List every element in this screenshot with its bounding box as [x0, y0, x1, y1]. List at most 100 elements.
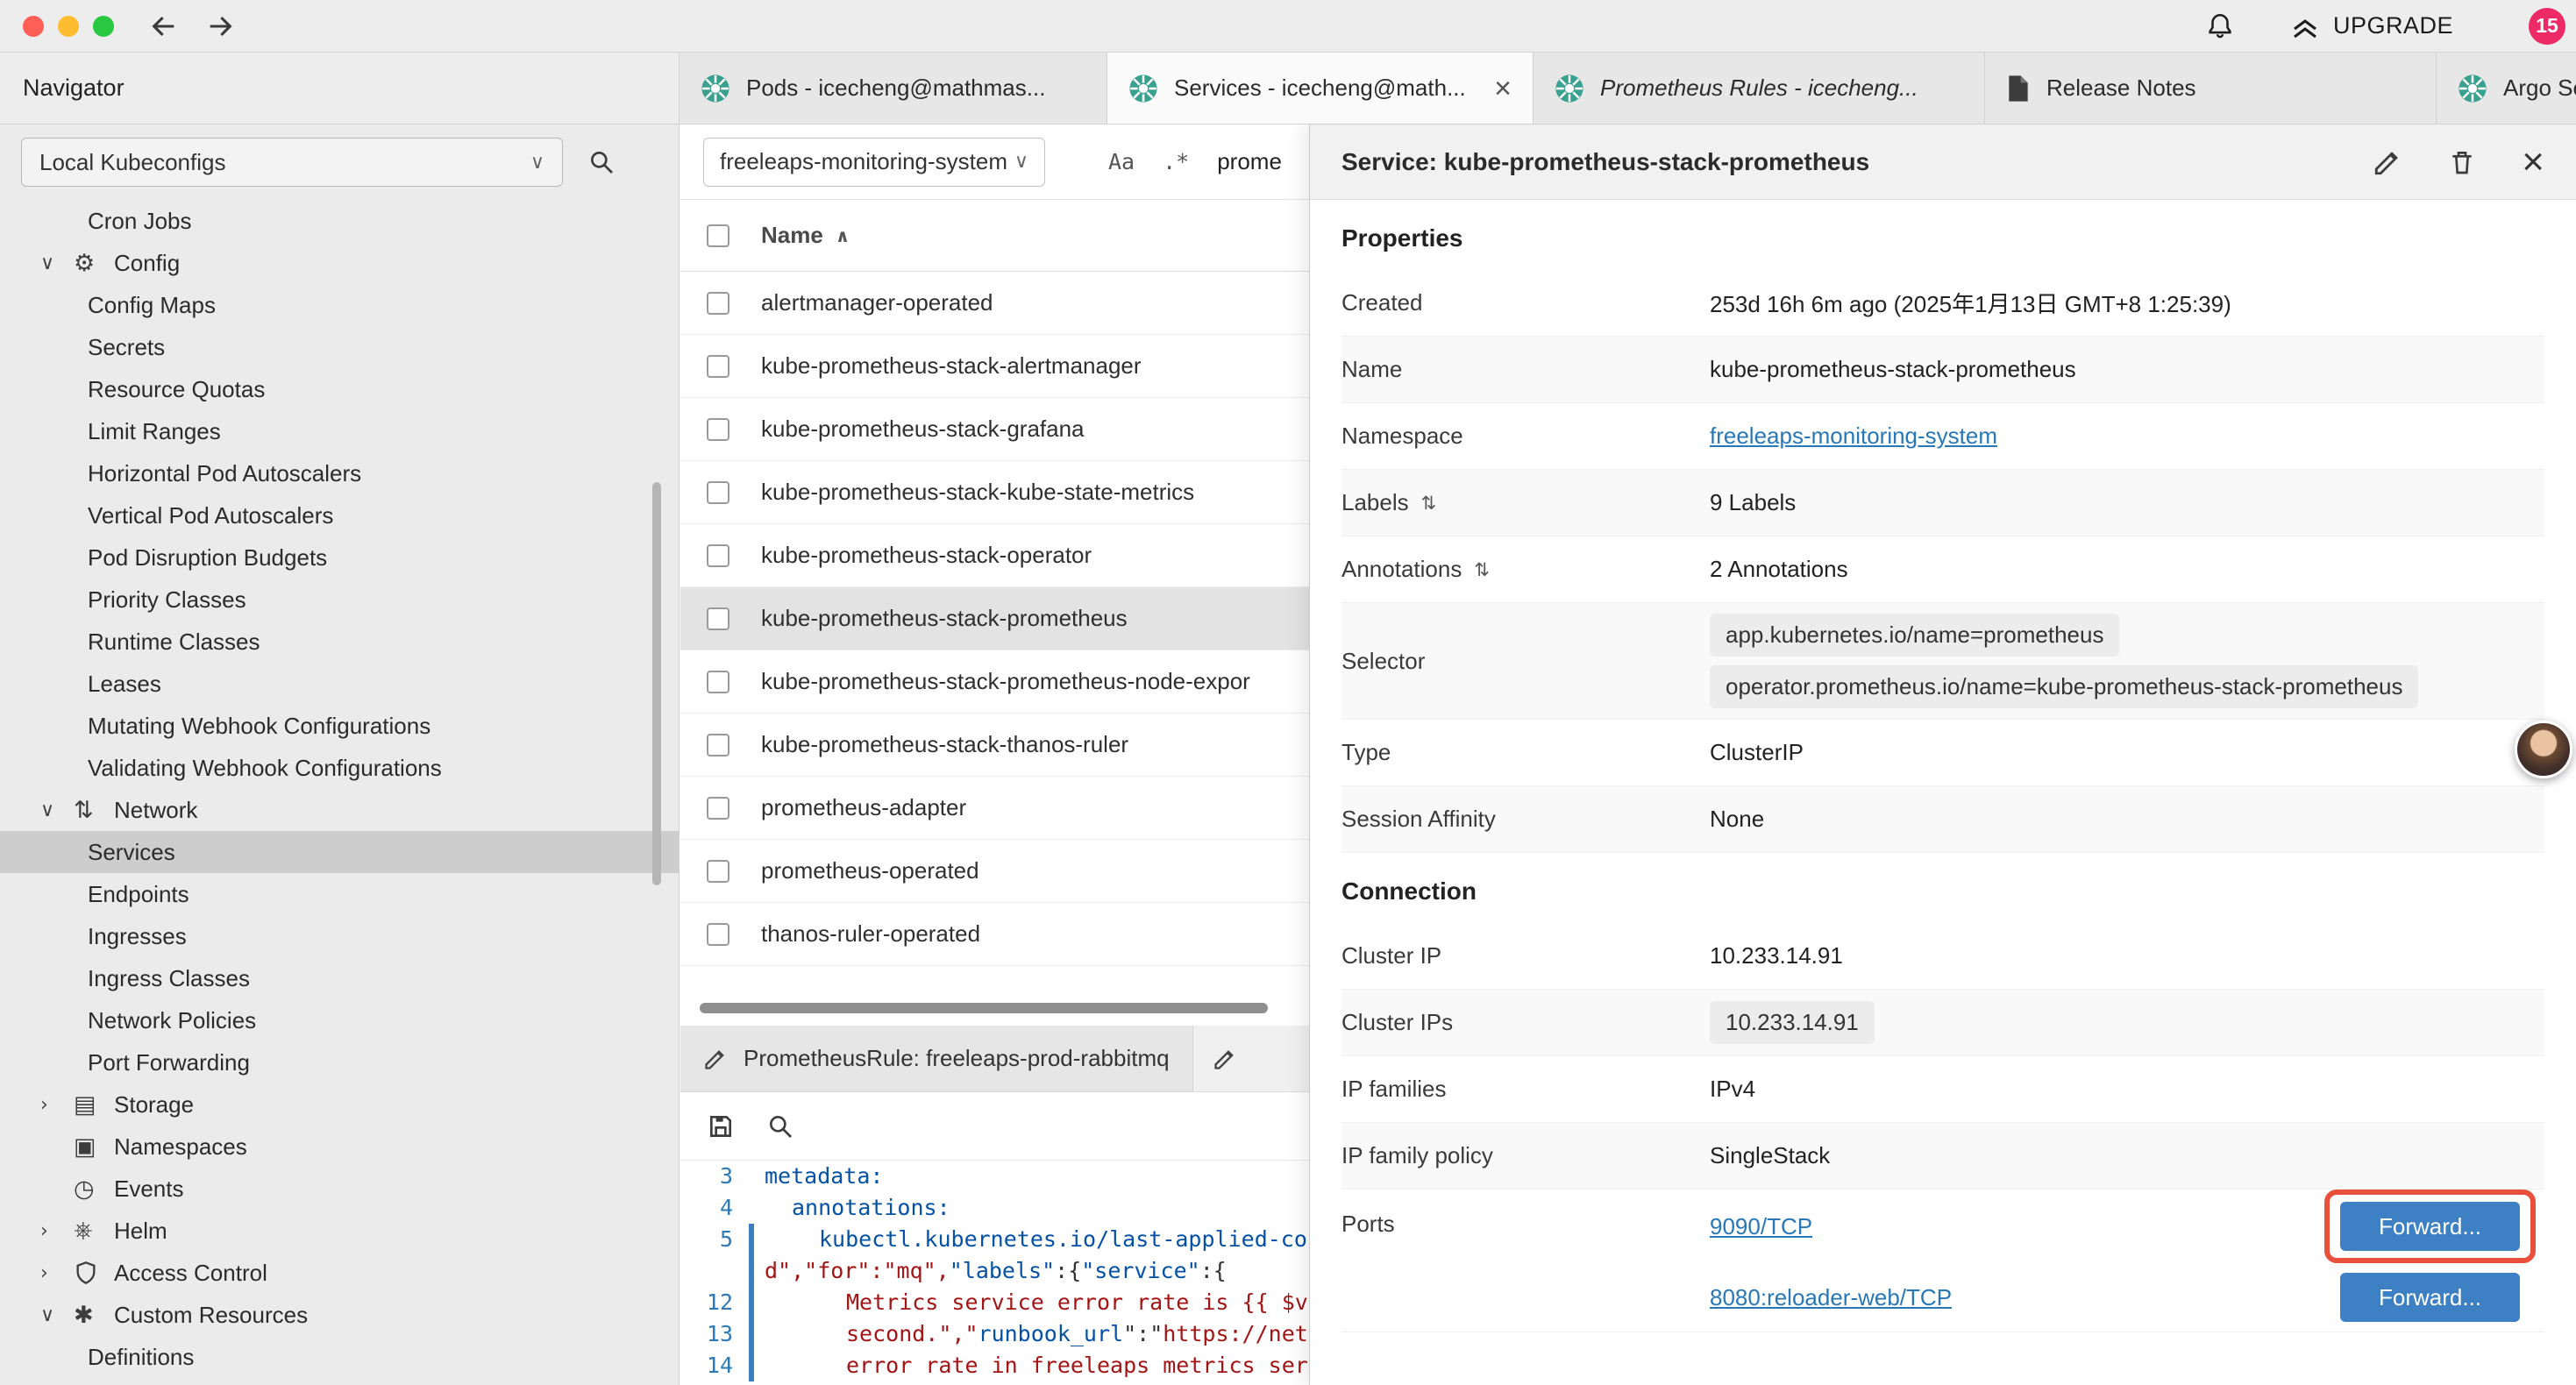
tab-release-notes[interactable]: Release Notes: [1985, 53, 2437, 124]
sidebar-item-secrets[interactable]: Secrets: [0, 326, 679, 368]
sidebar-item-label: Services: [88, 839, 175, 866]
sidebar-item-ingresses[interactable]: Ingresses: [0, 915, 679, 957]
sidebar-item-validating-webhook-configurations[interactable]: Validating Webhook Configurations: [0, 747, 679, 789]
tab-pods-icecheng-mathmas[interactable]: Pods - icecheng@mathmas...: [680, 53, 1107, 124]
row-checkbox[interactable]: [707, 797, 729, 820]
sidebar-item-ingress-classes[interactable]: Ingress Classes: [0, 957, 679, 999]
save-icon[interactable]: [707, 1112, 735, 1140]
minimize-window-button[interactable]: [58, 16, 79, 37]
row-checkbox[interactable]: [707, 923, 729, 946]
row-name: thanos-ruler-operated: [761, 920, 980, 948]
search-icon[interactable]: [587, 148, 616, 176]
row-checkbox[interactable]: [707, 292, 729, 315]
chevron-down-icon[interactable]: ∨: [40, 799, 74, 821]
back-button[interactable]: [149, 11, 179, 41]
navigator-tree: Cron Jobs∨⚙ConfigConfig MapsSecretsResou…: [0, 200, 679, 1385]
line-number: 13: [680, 1318, 749, 1350]
search-input[interactable]: prome: [1217, 148, 1282, 175]
row-checkbox[interactable]: [707, 607, 729, 630]
notification-count-badge[interactable]: 15: [2529, 8, 2565, 45]
property-label: Cluster IP: [1341, 942, 1710, 970]
sidebar-item-definitions[interactable]: Definitions: [0, 1336, 679, 1378]
sidebar-item-services[interactable]: Services: [0, 831, 679, 873]
close-drawer-icon[interactable]: ×: [2522, 143, 2544, 181]
sidebar-scrollbar[interactable]: [652, 482, 661, 885]
sidebar-item-network[interactable]: ∨⇅Network: [0, 789, 679, 831]
sidebar-item-limit-ranges[interactable]: Limit Ranges: [0, 410, 679, 452]
select-all-checkbox[interactable]: [707, 224, 729, 247]
sidebar-item-mutating-webhook-configurations[interactable]: Mutating Webhook Configurations: [0, 705, 679, 747]
port-link[interactable]: 8080:reloader-web/TCP: [1710, 1284, 1952, 1311]
drawer-body: PropertiesCreated253d 16h 6m ago (2025年1…: [1310, 200, 2576, 1385]
close-window-button[interactable]: [23, 16, 44, 37]
forward-button[interactable]: Forward...: [2340, 1202, 2520, 1251]
asterisk-icon: ✱: [74, 1302, 114, 1329]
sidebar-item-cron-jobs[interactable]: Cron Jobs: [0, 200, 679, 242]
chevron-right-icon[interactable]: ›: [40, 1262, 74, 1284]
close-tab-icon[interactable]: ×: [1494, 74, 1512, 103]
sidebar-item-network-policies[interactable]: Network Policies: [0, 999, 679, 1041]
badge-list: 10.233.14.91: [1710, 991, 1875, 1055]
property-value: None: [1710, 806, 1764, 833]
sidebar-item-resource-quotas[interactable]: Resource Quotas: [0, 368, 679, 410]
sidebar-item-pod-disruption-budgets[interactable]: Pod Disruption Budgets: [0, 536, 679, 579]
chevron-down-icon[interactable]: ∨: [40, 252, 74, 274]
chevron-right-icon[interactable]: ›: [40, 1220, 74, 1242]
sidebar-item-helm[interactable]: ›⎈Helm: [0, 1210, 679, 1252]
sidebar-item-custom-resources[interactable]: ∨✱Custom Resources: [0, 1294, 679, 1336]
tab-prometheus-rules-icecheng[interactable]: Prometheus Rules - icecheng...: [1534, 53, 1985, 124]
row-name: kube-prometheus-stack-operator: [761, 542, 1092, 569]
sidebar-item-access-control[interactable]: ›Access Control: [0, 1252, 679, 1294]
namespace-link[interactable]: freeleaps-monitoring-system: [1710, 423, 1997, 449]
badge: app.kubernetes.io/name=prometheus: [1710, 614, 2119, 657]
sidebar-item-storage[interactable]: ›▤Storage: [0, 1083, 679, 1126]
sidebar-item-namespaces[interactable]: ▣Namespaces: [0, 1126, 679, 1168]
forward-button[interactable]: Forward...: [2340, 1273, 2520, 1322]
property-label: Cluster IPs: [1341, 1009, 1710, 1036]
tab-services-icecheng-math[interactable]: Services - icecheng@math...×: [1107, 53, 1534, 124]
namespace-filter-select[interactable]: freeleaps-monitoring-system ∨: [703, 138, 1045, 187]
sidebar-item-label: Custom Resources: [114, 1302, 308, 1329]
row-checkbox[interactable]: [707, 734, 729, 756]
name-column-header[interactable]: Name: [761, 222, 823, 249]
search-icon[interactable]: [766, 1112, 794, 1140]
property-row: IP familiesIPv4: [1341, 1056, 2544, 1123]
sidebar-item-config[interactable]: ∨⚙Config: [0, 242, 679, 284]
row-checkbox[interactable]: [707, 481, 729, 504]
dock-tab-next[interactable]: [1193, 1026, 1256, 1091]
notifications-bell-icon[interactable]: [2205, 11, 2235, 41]
sidebar-item-port-forwarding[interactable]: Port Forwarding: [0, 1041, 679, 1083]
forward-button[interactable]: [205, 11, 235, 41]
line-number: 5: [680, 1224, 749, 1255]
sidebar-item-priority-classes[interactable]: Priority Classes: [0, 579, 679, 621]
regex-toggle[interactable]: .*: [1163, 149, 1189, 174]
horizontal-scrollbar[interactable]: [700, 1003, 1268, 1013]
dock-tab-prometheusrule[interactable]: PrometheusRule: freeleaps-prod-rabbitmq: [680, 1026, 1193, 1091]
sidebar-item-config-maps[interactable]: Config Maps: [0, 284, 679, 326]
row-checkbox[interactable]: [707, 418, 729, 441]
sidebar-item-horizontal-pod-autoscalers[interactable]: Horizontal Pod Autoscalers: [0, 452, 679, 494]
tab-argo-se[interactable]: Argo Se: [2437, 53, 2576, 124]
edit-icon[interactable]: [2373, 147, 2402, 177]
kubeconfig-selector[interactable]: Local Kubeconfigs ∨: [21, 138, 563, 187]
chevron-down-icon[interactable]: ∨: [40, 1304, 74, 1326]
match-case-toggle[interactable]: Aa: [1108, 149, 1135, 174]
sidebar-item-events[interactable]: ◷Events: [0, 1168, 679, 1210]
maximize-window-button[interactable]: [93, 16, 114, 37]
trash-icon[interactable]: [2448, 147, 2476, 177]
upgrade-button[interactable]: UPGRADE: [2289, 11, 2453, 42]
row-checkbox[interactable]: [707, 355, 729, 378]
sort-toggle-icon[interactable]: ⇅: [1421, 493, 1437, 514]
row-checkbox[interactable]: [707, 860, 729, 883]
row-checkbox[interactable]: [707, 671, 729, 693]
sort-toggle-icon[interactable]: ⇅: [1474, 559, 1490, 580]
helm-icon: ⎈: [74, 1217, 114, 1245]
sidebar-item-endpoints[interactable]: Endpoints: [0, 873, 679, 915]
row-checkbox[interactable]: [707, 544, 729, 567]
port-link[interactable]: 9090/TCP: [1710, 1213, 1812, 1240]
chevron-right-icon[interactable]: ›: [40, 1094, 74, 1116]
sidebar-item-runtime-classes[interactable]: Runtime Classes: [0, 621, 679, 663]
property-value: 253d 16h 6m ago (2025年1月13日 GMT+8 1:25:3…: [1710, 287, 2231, 319]
sidebar-item-leases[interactable]: Leases: [0, 663, 679, 705]
sidebar-item-vertical-pod-autoscalers[interactable]: Vertical Pod Autoscalers: [0, 494, 679, 536]
